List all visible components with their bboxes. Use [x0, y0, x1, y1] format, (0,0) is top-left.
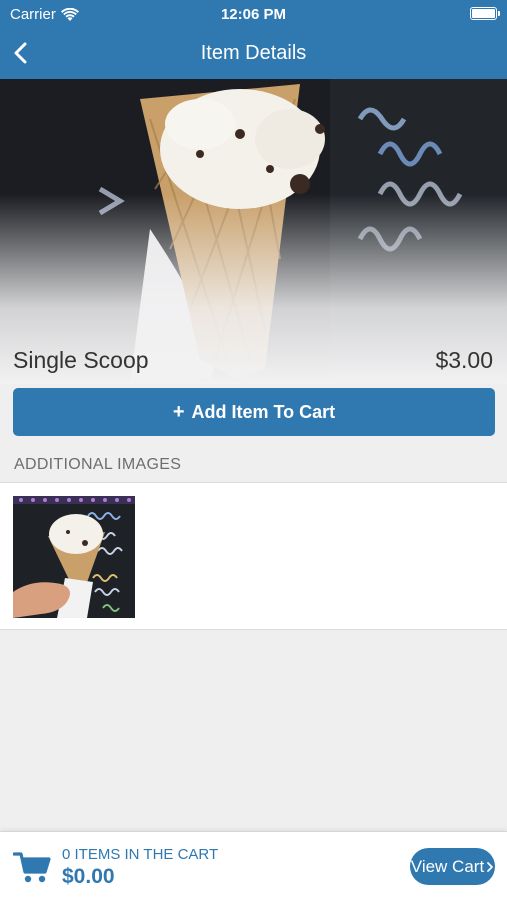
- view-cart-label: View Cart: [410, 856, 485, 876]
- additional-image-thumbnail[interactable]: [13, 496, 135, 618]
- cart-items-count: 0 ITEMS IN THE CART: [62, 846, 219, 863]
- additional-images-panel: [0, 482, 507, 630]
- ice-cream-thumbnail-photo: [13, 496, 135, 618]
- item-hero-image: [0, 79, 507, 384]
- battery-icon: [470, 7, 500, 20]
- page-title: Item Details: [200, 42, 307, 64]
- item-name: Single Scoop: [13, 347, 149, 373]
- item-price: $3.00: [435, 347, 493, 373]
- view-cart-button[interactable]: View Cart: [410, 848, 495, 885]
- add-to-cart-label: Add Item To Cart: [191, 401, 336, 422]
- status-time: 12:06 PM: [220, 6, 287, 23]
- status-bar: Carrier 12:06 PM: [0, 0, 507, 28]
- additional-images-header: ADDITIONAL IMAGES: [14, 456, 182, 473]
- shopping-cart-icon[interactable]: [13, 850, 51, 884]
- cart-total: $0.00: [62, 865, 115, 888]
- cart-summary-bar: 0 ITEMS IN THE CART $0.00 View Cart: [0, 831, 507, 900]
- plus-icon: +: [172, 401, 185, 423]
- chevron-right-icon: [487, 861, 494, 872]
- navigation-bar: Item Details: [0, 28, 507, 79]
- add-to-cart-button[interactable]: + Add Item To Cart: [13, 388, 495, 436]
